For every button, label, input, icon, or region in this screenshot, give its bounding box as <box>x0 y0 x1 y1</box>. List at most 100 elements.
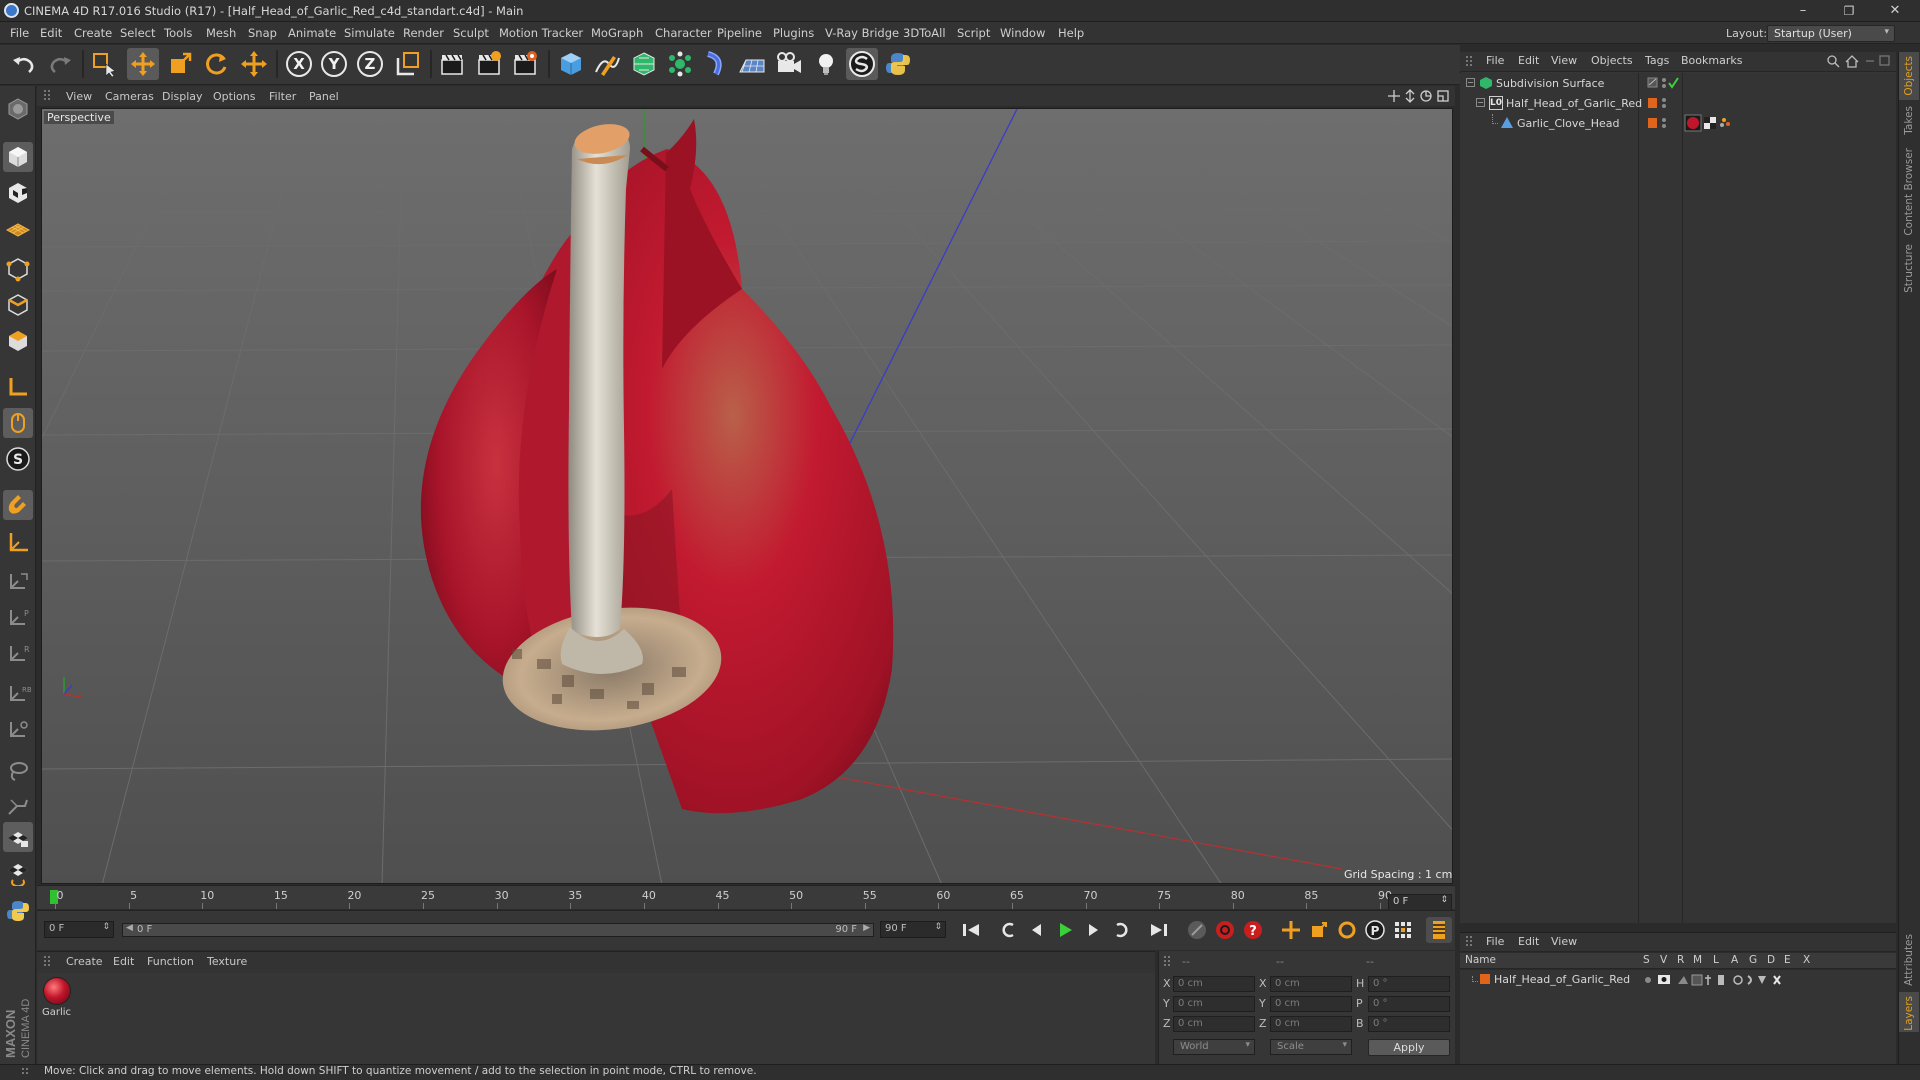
collapse-toggle-icon[interactable]: − <box>1466 78 1475 87</box>
next-key-button[interactable] <box>1108 917 1134 943</box>
key-scale-button[interactable] <box>1306 917 1332 943</box>
material-menu-texture[interactable]: Texture <box>207 955 247 968</box>
move-tool[interactable] <box>127 48 159 80</box>
render-picture-viewer-button[interactable] <box>473 48 505 80</box>
layer-col-expressions[interactable]: E <box>1784 954 1791 966</box>
layer-col-manager[interactable]: M <box>1693 954 1702 966</box>
object-row-half-head-of-garlic-red[interactable]: − L0 Half_Head_of_Garlic_Red <box>1462 94 1894 113</box>
tweak-mode-button[interactable] <box>3 408 33 438</box>
menu-sculpt[interactable]: Sculpt <box>453 26 489 40</box>
om-menu-view[interactable]: View <box>1551 54 1577 67</box>
snap-button[interactable] <box>3 490 33 520</box>
object-name[interactable]: Subdivision Surface <box>1496 77 1604 90</box>
bevel-tool-button[interactable] <box>3 792 33 822</box>
preview-range-slider[interactable]: ◀ 0 F 90 F ▶ <box>122 923 874 937</box>
x-axis-lock-button[interactable]: X <box>283 48 315 80</box>
layout-select[interactable]: Startup (User) ▾ <box>1767 25 1895 42</box>
next-frame-button[interactable] <box>1080 917 1106 943</box>
menu-render[interactable]: Render <box>403 26 444 40</box>
menu-create[interactable]: Create <box>74 26 112 40</box>
layer-col-name[interactable]: Name <box>1465 954 1496 966</box>
timeline-layout-button[interactable] <box>1426 917 1452 943</box>
key-parameter-button[interactable]: P <box>1362 917 1388 943</box>
z-axis-lock-button[interactable]: Z <box>354 48 386 80</box>
om-menu-file[interactable]: File <box>1486 54 1504 67</box>
enable-axis-button[interactable] <box>3 372 33 402</box>
om-menu-edit[interactable]: Edit <box>1518 54 1539 67</box>
viewport-nav-icons[interactable] <box>1388 88 1452 104</box>
viewport-menu-view[interactable]: View <box>66 90 92 103</box>
layer-color-flag[interactable] <box>1647 96 1677 110</box>
rotate-tool[interactable] <box>200 48 232 80</box>
menu-vray-bridge[interactable]: V-Ray Bridge <box>825 26 899 40</box>
layer-color-swatch[interactable] <box>1480 974 1490 984</box>
om-menu-objects[interactable]: Objects <box>1591 54 1633 67</box>
polygons-mode-button[interactable] <box>3 326 33 356</box>
object-row-garlic-clove-head[interactable]: Garlic_Clove_Head <box>1462 114 1894 133</box>
apply-button[interactable]: Apply <box>1368 1039 1450 1056</box>
points-mode-button[interactable] <box>3 254 33 284</box>
viewport-menu-options[interactable]: Options <box>213 90 255 103</box>
previous-frame-button[interactable] <box>1024 917 1050 943</box>
layer-row[interactable]: Half_Head_of_Garlic_Red <box>1462 971 1894 989</box>
material-menu-edit[interactable]: Edit <box>113 955 134 968</box>
menu-pipeline[interactable]: Pipeline <box>717 26 762 40</box>
side-tab-takes[interactable]: Takes <box>1903 106 1915 135</box>
scale-workplane-button[interactable]: RB <box>3 680 33 710</box>
keyframe-selection-button[interactable]: ? <box>1240 917 1266 943</box>
lasso-tool-button[interactable] <box>3 756 33 786</box>
layer-color-flag[interactable] <box>1647 116 1677 130</box>
om-menu-bookmarks[interactable]: Bookmarks <box>1681 54 1742 67</box>
subdivision-surface-button[interactable] <box>628 48 660 80</box>
collapse-toggle-icon[interactable]: − <box>1476 98 1485 107</box>
material-menu-create[interactable]: Create <box>66 955 103 968</box>
lm-menu-file[interactable]: File <box>1486 935 1504 948</box>
go-to-end-button[interactable] <box>1146 917 1172 943</box>
planar-workplane-button[interactable]: P <box>3 604 33 634</box>
object-name[interactable]: Half_Head_of_Garlic_Red <box>1506 97 1642 110</box>
3d-viewport[interactable] <box>41 108 1453 884</box>
menu-mograph[interactable]: MoGraph <box>591 26 643 40</box>
floor-environment-button[interactable] <box>736 48 768 80</box>
workplane-mode-button[interactable] <box>3 214 33 244</box>
rotation-b-field[interactable]: 0 ° <box>1368 1016 1450 1032</box>
position-z-field[interactable]: 0 cm <box>1173 1016 1255 1032</box>
autokeying-button[interactable] <box>1212 917 1238 943</box>
cineware-button[interactable] <box>846 48 878 80</box>
menu-script[interactable]: Script <box>957 26 990 40</box>
record-active-objects-button[interactable] <box>1184 917 1210 943</box>
menu-snap[interactable]: Snap <box>248 26 277 40</box>
side-tab-structure[interactable]: Structure <box>1903 244 1915 293</box>
object-tags[interactable] <box>1684 114 1742 132</box>
layer-col-animation[interactable]: A <box>1731 954 1738 966</box>
current-frame-field[interactable]: 0 F ⇕ <box>1388 894 1452 911</box>
axis-lock-button[interactable] <box>3 858 33 888</box>
undo-button[interactable] <box>8 48 40 80</box>
go-to-start-button[interactable] <box>958 917 984 943</box>
minimize-button[interactable]: – <box>1780 0 1826 22</box>
layer-col-locked[interactable]: L <box>1713 954 1719 966</box>
close-button[interactable]: ✕ <box>1872 0 1918 22</box>
menu-3dtoall[interactable]: 3DToAll <box>903 26 946 40</box>
y-axis-lock-button[interactable]: Y <box>318 48 350 80</box>
menu-edit[interactable]: Edit <box>40 26 62 40</box>
side-tab-content-browser[interactable]: Content Browser <box>1903 148 1915 236</box>
rotation-workplane-button[interactable]: R <box>3 640 33 670</box>
model-mode-button[interactable] <box>3 142 33 172</box>
make-editable-button[interactable] <box>3 94 33 124</box>
position-y-field[interactable]: 0 cm <box>1173 996 1255 1012</box>
scale-tool[interactable] <box>164 48 196 80</box>
menu-plugins[interactable]: Plugins <box>773 26 814 40</box>
grid-checker-button[interactable] <box>3 822 33 852</box>
layer-col-xref[interactable]: X <box>1803 954 1810 966</box>
side-tab-attributes[interactable]: Attributes <box>1903 934 1915 986</box>
menu-simulate[interactable]: Simulate <box>344 26 395 40</box>
object-row-subdivision-surface[interactable]: − Subdivision Surface <box>1462 74 1894 93</box>
layer-col-view[interactable]: V <box>1660 954 1667 966</box>
side-tab-layers[interactable]: Layers <box>1903 996 1915 1031</box>
camera-button[interactable] <box>773 48 805 80</box>
key-rotation-button[interactable] <box>1334 917 1360 943</box>
viewport-menu-panel[interactable]: Panel <box>309 90 339 103</box>
restore-button[interactable]: ❐ <box>1826 0 1872 22</box>
menu-character[interactable]: Character <box>655 26 712 40</box>
